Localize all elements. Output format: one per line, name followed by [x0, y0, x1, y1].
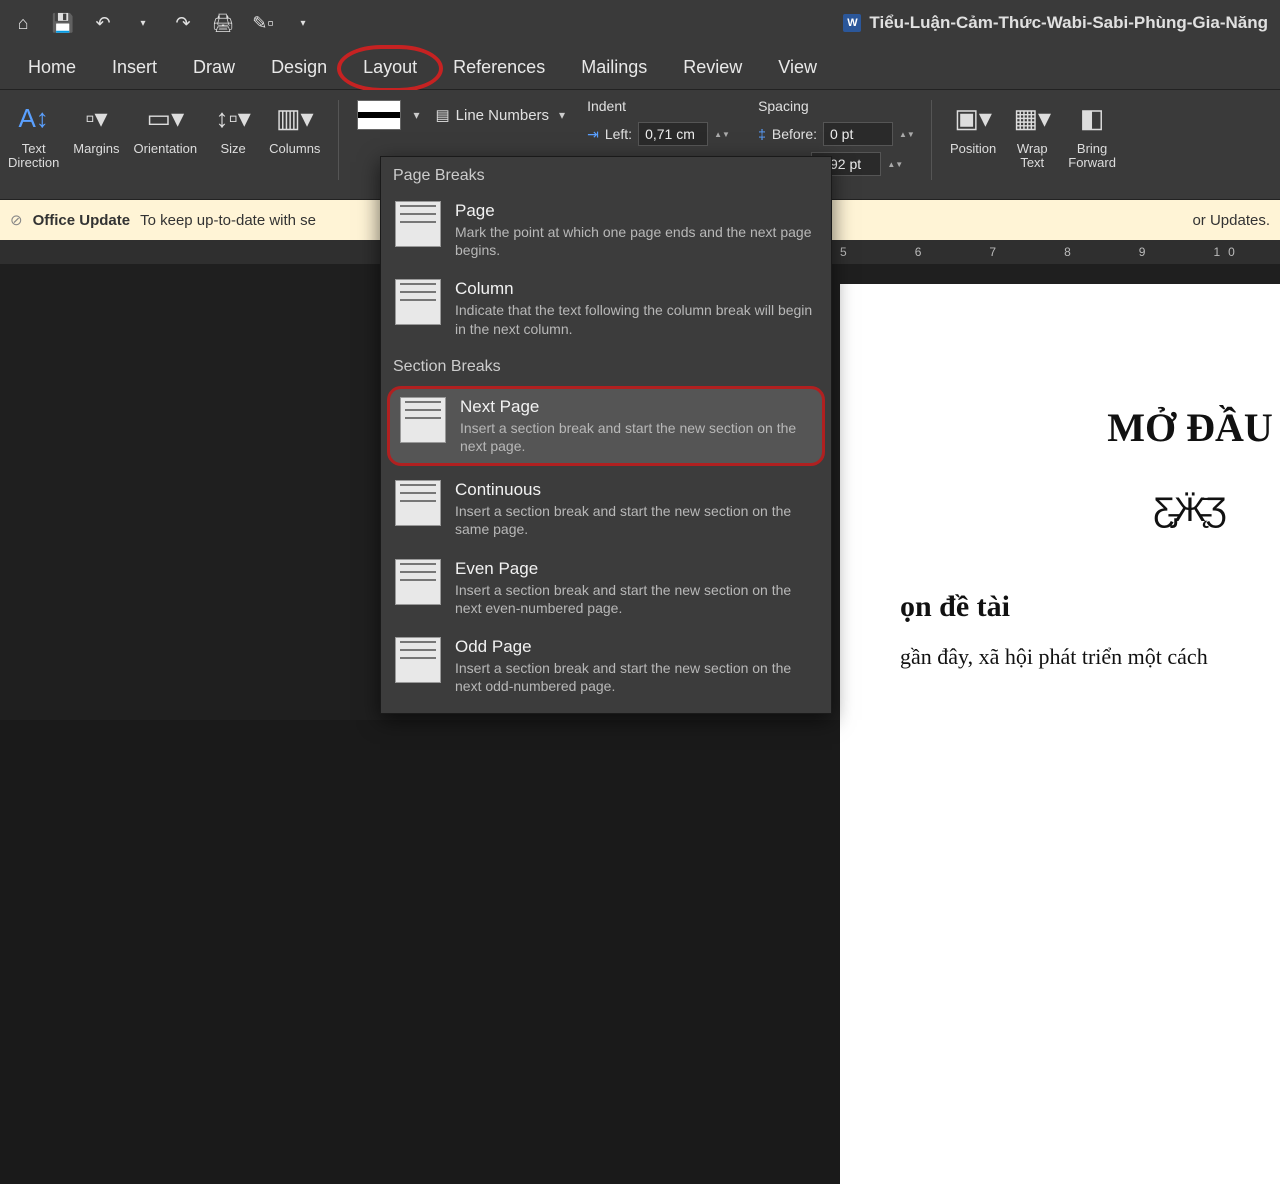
msgbar-title: Office Update — [33, 212, 131, 229]
redo-icon[interactable]: ↷ — [172, 12, 194, 34]
title-bar: ⌂ 💾 ↶ ▾ ↷ 🖨 ✎▫ ▾ W Tiểu-Luận-Cảm-Thức-Wa… — [0, 0, 1280, 46]
document-title: W Tiểu-Luận-Cảm-Thức-Wabi-Sabi-Phùng-Gia… — [843, 13, 1268, 33]
msgbar-text: To keep up-to-date with se — [140, 212, 316, 229]
margins-icon: ▫▾ — [74, 96, 118, 140]
undo-icon[interactable]: ↶ — [92, 12, 114, 34]
tab-draw[interactable]: Draw — [175, 49, 253, 86]
spinner-icon[interactable]: ▲▼ — [887, 160, 901, 169]
close-icon[interactable]: ⊘ — [10, 211, 23, 229]
page-break-icon — [395, 559, 441, 605]
document-page[interactable]: MỞ ĐẦU Ƹ̵̡Ӝ̵̨̄Ʒ ọn đề tài gần đây, xã hộ… — [840, 284, 1280, 1184]
bring-forward-button[interactable]: ◧ Bring Forward — [1068, 96, 1116, 171]
spinner-icon[interactable]: ▲▼ — [714, 130, 728, 139]
position-icon: ▣▾ — [951, 96, 995, 140]
breaks-option-page[interactable]: PageMark the point at which one page end… — [381, 191, 831, 269]
spacing-label: Spacing — [758, 98, 913, 114]
page-break-icon — [395, 637, 441, 683]
qat-more-icon[interactable]: ▾ — [292, 12, 314, 34]
page-break-icon — [395, 480, 441, 526]
breaks-dropdown: Page Breaks PageMark the point at which … — [380, 156, 832, 714]
tab-home[interactable]: Home — [10, 49, 94, 86]
wrap-text-button[interactable]: ▦▾ Wrap Text — [1010, 96, 1054, 171]
columns-button[interactable]: ▥▾ Columns — [269, 96, 320, 156]
page-subheading: ọn đề tài — [900, 590, 1280, 624]
print-icon[interactable]: 🖨 — [212, 12, 234, 34]
word-app-icon: W — [843, 14, 861, 32]
bring-forward-icon: ◧ — [1070, 96, 1114, 140]
indent-left-input[interactable] — [638, 122, 708, 146]
tab-layout[interactable]: Layout — [345, 49, 435, 86]
indent-label: Indent — [587, 98, 728, 114]
breaks-option-continuous[interactable]: ContinuousInsert a section break and sta… — [381, 470, 831, 548]
size-icon: ↕▫▾ — [211, 96, 255, 140]
text-direction-icon: A↕ — [12, 96, 56, 140]
dropdown-heading-page-breaks: Page Breaks — [381, 157, 831, 191]
butterfly-icon: Ƹ̵̡Ӝ̵̨̄Ʒ — [900, 491, 1280, 530]
indent-left-icon: ⇥ — [587, 126, 599, 143]
tab-insert[interactable]: Insert — [94, 49, 175, 86]
save-icon[interactable]: 💾 — [52, 12, 74, 34]
breaks-option-next-page[interactable]: Next PageInsert a section break and star… — [387, 386, 825, 466]
left-label: Left: — [605, 126, 632, 142]
tab-view[interactable]: View — [760, 49, 835, 86]
orientation-icon: ▭▾ — [143, 96, 187, 140]
before-label: Before: — [772, 126, 817, 142]
page-heading: MỞ ĐẦU — [900, 404, 1280, 451]
breaks-option-odd-page[interactable]: Odd PageInsert a section break and start… — [381, 627, 831, 705]
quick-access-toolbar: ⌂ 💾 ↶ ▾ ↷ 🖨 ✎▫ ▾ — [12, 12, 314, 34]
spacing-before-input[interactable] — [823, 122, 893, 146]
spacing-before-icon: ‡ — [758, 126, 766, 142]
size-button[interactable]: ↕▫▾ Size — [211, 96, 255, 156]
tab-references[interactable]: References — [435, 49, 563, 86]
document-title-text: Tiểu-Luận-Cảm-Thức-Wabi-Sabi-Phùng-Gia-N… — [869, 13, 1268, 33]
columns-icon: ▥▾ — [273, 96, 317, 140]
breaks-option-even-page[interactable]: Even PageInsert a section break and star… — [381, 549, 831, 627]
tab-mailings[interactable]: Mailings — [563, 49, 665, 86]
breaks-option-column[interactable]: ColumnIndicate that the text following t… — [381, 269, 831, 347]
home-icon[interactable]: ⌂ — [12, 12, 34, 34]
chevron-down-icon: ▾ — [559, 108, 565, 122]
spinner-icon[interactable]: ▲▼ — [899, 130, 913, 139]
margins-button[interactable]: ▫▾ Margins — [73, 96, 119, 156]
text-direction-button[interactable]: A↕ Text Direction — [8, 96, 59, 171]
page-break-icon — [395, 279, 441, 325]
ribbon-tabs: Home Insert Draw Design Layout Reference… — [0, 46, 1280, 90]
edit-icon[interactable]: ✎▫ — [252, 12, 274, 34]
dropdown-heading-section-breaks: Section Breaks — [381, 348, 831, 382]
tab-review[interactable]: Review — [665, 49, 760, 86]
page-body-text: gần đây, xã hội phát triển một cách — [900, 644, 1280, 670]
tab-design[interactable]: Design — [253, 49, 345, 86]
chevron-down-icon[interactable]: ▾ — [413, 108, 419, 122]
wrap-text-icon: ▦▾ — [1010, 96, 1054, 140]
orientation-button[interactable]: ▭▾ Orientation — [134, 96, 198, 156]
msgbar-text-right: or Updates. — [1192, 212, 1270, 229]
separator — [338, 100, 339, 180]
page-break-icon — [395, 201, 441, 247]
line-numbers-icon: ▤ — [435, 106, 449, 124]
line-numbers-button[interactable]: ▤ Line Numbers ▾ — [427, 100, 573, 130]
breaks-button[interactable] — [357, 100, 401, 130]
separator — [931, 100, 932, 180]
position-button[interactable]: ▣▾ Position — [950, 96, 996, 156]
undo-dropdown-icon[interactable]: ▾ — [132, 12, 154, 34]
page-break-icon — [400, 397, 446, 443]
